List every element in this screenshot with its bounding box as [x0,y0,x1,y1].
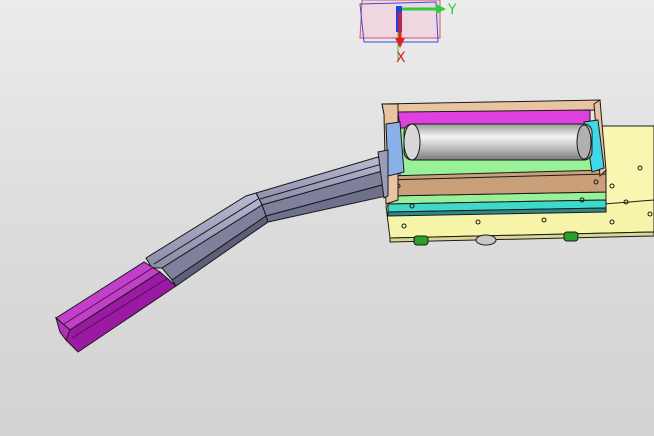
base-plate-right-extension [599,125,654,205]
y-axis-label: Y [447,2,457,18]
coordinate-triad[interactable]: Y X [359,0,457,66]
housing[interactable] [377,99,607,217]
foot-knob [475,234,497,246]
roller-end-left [403,123,421,161]
roller[interactable] [403,123,593,161]
y-axis-arrowhead [436,4,446,14]
x-axis-arrowhead [395,38,405,48]
3d-viewport[interactable]: Y X [0,0,654,436]
chute-assembly[interactable] [55,156,387,353]
foot-left [413,235,429,246]
foot-right [563,231,579,242]
model-canvas[interactable]: Y X [0,0,654,436]
x-axis-label: X [396,50,406,66]
roller-end-right [576,124,592,160]
